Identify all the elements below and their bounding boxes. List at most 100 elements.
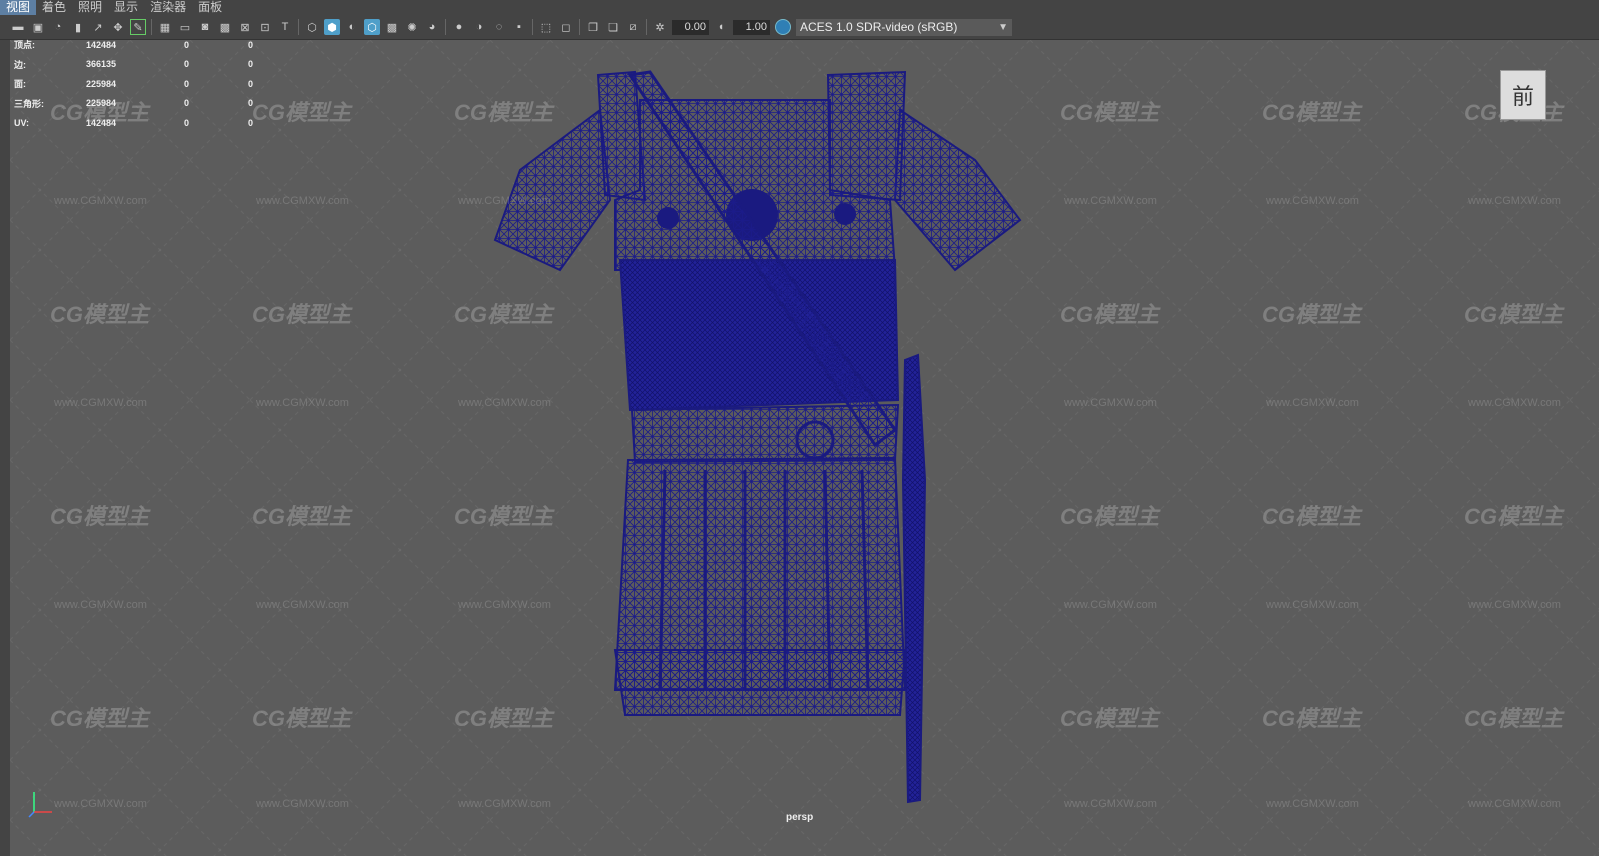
isolate-select-icon[interactable]: ⬚ [538,19,554,35]
watermark-logo: CG模型主 [1464,706,1564,731]
smooth-shade-icon[interactable]: ⬢ [324,19,340,35]
watermark-logo: CG模型主 [252,302,352,327]
chevron-down-icon: ▼ [998,21,1008,33]
safe-title-icon[interactable]: T [277,19,293,35]
field-chart-icon[interactable]: ⊠ [237,19,253,35]
hud-row-edges: 边: 366135 0 0 [14,55,253,75]
anti-aliasing-icon[interactable]: ◌ [491,19,507,35]
exposure-field[interactable]: 0.00 [672,19,709,35]
hud-value: 0 [248,39,254,50]
watermark-logo: CG模型主 [1464,504,1564,529]
lights-icon[interactable]: ✺ [404,19,420,35]
x-ray-icon[interactable]: ◻ [558,19,574,35]
shadows-icon[interactable]: ◕ [424,19,440,35]
gamma-field[interactable]: 1.00 [733,19,770,35]
bookmark-icon[interactable]: ◔ [50,19,66,35]
watermark-url: www.CGMXW.com [1266,195,1359,207]
watermark-url: www.CGMXW.com [1468,195,1561,207]
watermark-logo: CG模型主 [50,706,150,731]
default-material-icon[interactable]: ◐ [344,19,360,35]
watermark-logo: CG模型主 [1262,504,1362,529]
grid-icon[interactable]: ▦ [157,19,173,35]
watermark-url: www.CGMXW.com [1468,397,1561,409]
hud-label: 三角形: [14,98,44,109]
hud-label: 顶点: [14,40,35,51]
watermark-logo: CG模型主 [454,302,554,327]
viewport-menu-bar: 视图 着色 照明 显示 渲染器 面板 [0,0,1599,15]
watermark-logo: CG模型主 [1262,706,1362,731]
color-management-icon[interactable] [775,19,791,35]
textured-icon[interactable]: ▩ [384,19,400,35]
hud-row-faces: 面: 225984 0 0 [14,74,253,94]
watermark-logo: CG模型主 [1262,302,1362,327]
hud-row-uvs: UV: 142484 0 0 [14,113,253,133]
watermark-url: www.CGMXW.com [1266,397,1359,409]
menu-renderer[interactable]: 渲染器 [144,0,192,15]
hud-value: 366135 [86,59,117,70]
hud-label: 边: [14,59,26,70]
backface-culling-icon[interactable]: ⧄ [625,19,641,35]
watermark-logo: CG模型主 [1464,302,1564,327]
watermark-url: www.CGMXW.com [256,397,349,409]
resolution-gate-icon[interactable]: ◙ [197,19,213,35]
hud-value: 0 [184,59,190,70]
watermark-url: www.CGMXW.com [256,195,349,207]
viewport-canvas [10,40,1599,856]
camera-select-icon[interactable]: ▬ [10,19,26,35]
divider [151,19,152,35]
hud-label: 面: [14,79,26,90]
watermark-logo: CG模型主 [50,302,150,327]
watermark-url: www.CGMXW.com [1468,798,1561,810]
film-gate-icon[interactable]: ▭ [177,19,193,35]
hud-value: 225984 [86,78,117,89]
camera-attributes-icon[interactable]: ▣ [30,19,46,35]
menu-lighting[interactable]: 照明 [72,0,108,15]
color-space-select[interactable]: ACES 1.0 SDR-video (sRGB) ▼ [796,18,1012,36]
x-ray-joints-icon[interactable]: ❐ [585,19,601,35]
view-cube[interactable]: 前 [1500,70,1546,120]
watermark-logo: CG模型主 [1060,100,1160,125]
hud-value: 225984 [86,98,117,109]
grease-pencil-icon[interactable]: ↗ [90,19,106,35]
gamma-icon[interactable]: ◖ [713,19,729,35]
depth-of-field-icon[interactable]: ▪ [511,19,527,35]
watermark-url: www.CGMXW.com [1468,599,1561,611]
wireframe-icon[interactable]: ⬡ [304,19,320,35]
grease-pencil-tool-icon[interactable]: ✎ [130,19,146,35]
safe-action-icon[interactable]: ⊡ [257,19,273,35]
watermark-url: www.CGMXW.com [1266,599,1359,611]
watermark-logo: CG模型主 [454,706,554,731]
menu-view[interactable]: 视图 [0,0,37,15]
watermark-url: www.CGMXW.com [54,798,147,810]
watermark-logo: CG模型主 [454,100,554,125]
divider [532,19,533,35]
x-ray-active-icon[interactable]: ❏ [605,19,621,35]
watermark-url: www.CGMXW.com [1064,195,1157,207]
menu-show[interactable]: 显示 [108,0,144,15]
hud-value: 0 [184,78,190,89]
2d-pan-zoom-icon[interactable]: ✥ [110,19,126,35]
hud-value: 0 [248,78,254,89]
hud-row-triangles: 三角形: 225984 0 0 [14,94,253,114]
watermark-url: www.CGMXW.com [256,798,349,810]
watermark-logo: CG模型主 [1262,100,1362,125]
watermark-url: www.CGMXW.com [458,195,551,207]
menu-shading[interactable]: 着色 [36,0,72,15]
image-plane-icon[interactable]: ▮ [70,19,86,35]
wireframe-on-shaded-icon[interactable]: ⬡ [364,19,380,35]
hud-value: 142484 [86,117,117,128]
menu-panels[interactable]: 面板 [192,0,228,15]
watermark-url: www.CGMXW.com [54,397,147,409]
watermark-url: www.CGMXW.com [458,599,551,611]
screen-space-ao-icon[interactable]: ● [451,19,467,35]
watermark-logo: CG模型主 [252,504,352,529]
exposure-icon[interactable]: ✲ [652,19,668,35]
left-strip [0,40,10,856]
watermark-url: www.CGMXW.com [1064,599,1157,611]
motion-blur-icon[interactable]: ◑ [471,19,487,35]
color-space-value: ACES 1.0 SDR-video (sRGB) [800,19,958,34]
divider [646,19,647,35]
gate-mask-icon[interactable]: ▩ [217,19,233,35]
axis-gizmo-icon [28,792,52,818]
3d-viewport[interactable]: CG模型主 CG模型主 CG模型主 CG模型主 CG模型主 CG模型主 www.… [10,40,1599,856]
